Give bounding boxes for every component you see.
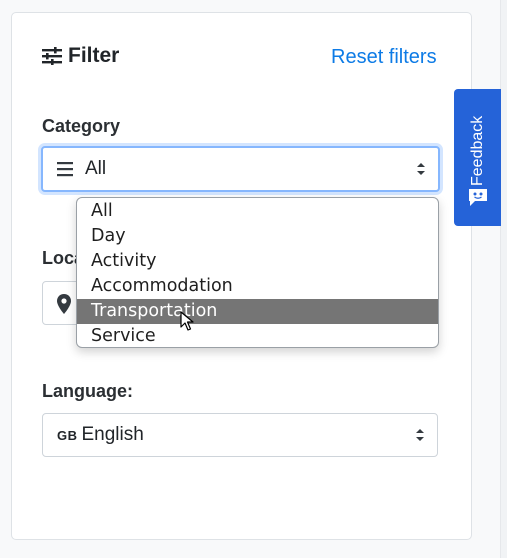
category-option[interactable]: Service [77,324,438,347]
scrollbar-track[interactable] [500,0,507,558]
category-select[interactable]: All [41,146,440,192]
feedback-label: Feedback [469,115,486,187]
category-dropdown-list[interactable]: All Day Activity Accommodation Transport… [76,197,439,348]
language-label: Language: [42,381,134,401]
map-pin-icon [57,294,71,319]
language-selected-value: English [81,424,144,445]
sliders-icon [42,47,62,65]
select-caret-icon [416,161,426,177]
list-icon [57,161,73,177]
category-option[interactable]: Activity [77,249,438,274]
filter-title: Filter [68,44,120,67]
category-option[interactable]: Day [77,224,438,249]
gb-flag-icon: GB [57,427,78,443]
filter-heading: Filter [42,44,119,68]
category-selected-value: All [85,158,107,179]
category-option-highlighted[interactable]: Transportation [77,299,438,324]
mouse-pointer-icon [180,311,194,336]
category-option[interactable]: All [77,199,438,224]
select-caret-icon [415,427,425,443]
category-label: Category [42,116,121,136]
category-option[interactable]: Accommodation [77,274,438,299]
reset-filters-link[interactable]: Reset filters [331,46,437,69]
language-select[interactable]: GB English [42,413,438,457]
feedback-tab[interactable]: Feedback [454,89,501,226]
chat-bubble-icon [467,187,489,212]
